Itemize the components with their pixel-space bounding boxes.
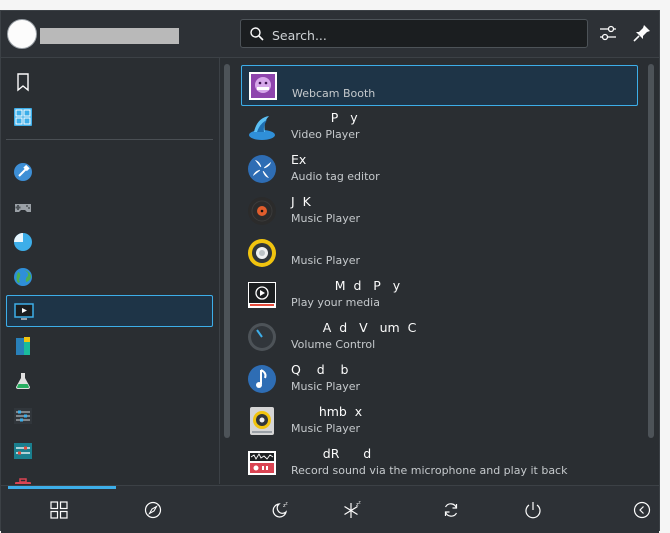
- list-item-music-note-player[interactable]: Q d b Music Player: [241, 359, 638, 400]
- sound-recorder-icon: [248, 451, 276, 475]
- sleep-icon[interactable]: z z: [270, 500, 290, 520]
- office-icon: [16, 337, 30, 355]
- app-description: Volume Control: [291, 338, 376, 351]
- development-icon: [14, 163, 32, 181]
- sidebar-item-internet[interactable]: [6, 261, 213, 293]
- app-name: J K: [291, 194, 311, 209]
- shutdown-icon[interactable]: [523, 500, 543, 520]
- sidebar-item-settings[interactable]: [6, 400, 213, 432]
- app-name: M d P y: [291, 278, 401, 293]
- list-item-vinyl-music-player[interactable]: J K Music Player: [241, 191, 638, 232]
- app-description: Play your media: [291, 296, 380, 309]
- app-description: Video Player: [291, 128, 360, 141]
- app-description: Webcam Booth: [292, 87, 376, 100]
- speaker-player-icon: [248, 239, 276, 267]
- list-item-audio-tag-editor[interactable]: Ex Audio tag editor: [241, 149, 638, 190]
- username-placeholder: [40, 28, 179, 44]
- list-item-media-player[interactable]: M d P y Play your media: [241, 275, 638, 316]
- settings-icon: [14, 408, 32, 424]
- sidebar-item-multimedia[interactable]: [6, 295, 213, 327]
- app-description: Music Player: [291, 212, 361, 225]
- app-list-scrollbar[interactable]: [648, 64, 654, 438]
- tab-applications[interactable]: [8, 486, 116, 532]
- sidebar-item-development[interactable]: [6, 156, 213, 188]
- tab-places[interactable]: [102, 486, 210, 532]
- list-item-rhythmbox-player[interactable]: hmb x Music Player: [241, 401, 638, 442]
- volume-control-icon: [248, 323, 276, 351]
- sidebar-item-favorites[interactable]: [6, 66, 213, 98]
- svg-text:z: z: [359, 500, 361, 505]
- video-player-icon: [249, 116, 275, 140]
- avatar[interactable]: [7, 19, 37, 49]
- rhythmbox-player-icon: [250, 407, 274, 435]
- app-description: Record sound via the microphone and play…: [291, 464, 568, 477]
- search-icon: [250, 27, 264, 41]
- app-name: Q d b: [291, 362, 349, 377]
- list-item-speaker-music-player[interactable]: Music Player: [241, 233, 638, 274]
- all-applications-icon: [14, 108, 32, 126]
- pin-icon[interactable]: [631, 22, 653, 44]
- music-note-player-icon: [248, 365, 276, 393]
- utilities-icon: [15, 478, 31, 484]
- app-description: Audio tag editor: [291, 170, 380, 183]
- media-player-icon: [248, 282, 276, 308]
- multimedia-icon: [14, 303, 34, 320]
- application-list: Webcam Booth P y Video Player Ex Audio t…: [238, 58, 643, 484]
- app-description: Music Player: [291, 422, 361, 435]
- sidebar-item-all-applications[interactable]: [6, 101, 213, 133]
- list-item-sound-recorder[interactable]: dR d Record sound via the microphone and…: [241, 443, 638, 484]
- internet-icon: [14, 268, 32, 286]
- list-item-webcam-booth[interactable]: Webcam Booth: [241, 65, 638, 106]
- list-item-volume-control[interactable]: A d V um C Volume Control: [241, 317, 638, 358]
- sidebar-scrollbar[interactable]: [224, 64, 230, 438]
- science-icon: [16, 373, 30, 389]
- applications-grid-icon: [50, 501, 68, 519]
- sidebar-divider: [6, 139, 213, 140]
- app-description: Music Player: [291, 380, 361, 393]
- places-compass-icon: [144, 501, 162, 519]
- bookmark-icon: [17, 73, 29, 92]
- app-name: dR d: [291, 446, 372, 461]
- app-name: A d V um C: [291, 320, 417, 335]
- vinyl-player-icon: [248, 197, 276, 225]
- sidebar-item-games[interactable]: [6, 191, 213, 223]
- search-input[interactable]: [270, 24, 574, 46]
- configure-filters-icon[interactable]: [597, 22, 619, 44]
- sidebar-item-system[interactable]: [6, 435, 213, 467]
- sidebar-item-office[interactable]: [6, 330, 213, 362]
- category-sidebar: [1, 58, 220, 484]
- graphics-icon: [14, 233, 32, 251]
- sidebar-item-science[interactable]: [6, 365, 213, 397]
- app-name: Ex: [291, 152, 307, 167]
- restart-icon[interactable]: [441, 500, 461, 520]
- launcher-header: [1, 11, 659, 58]
- launcher-footer: z z z z: [1, 485, 659, 533]
- games-icon: [15, 204, 31, 212]
- sidebar-item-graphics[interactable]: [6, 226, 213, 258]
- sidebar-item-utilities[interactable]: [6, 470, 213, 484]
- hibernate-icon[interactable]: z z: [342, 500, 362, 520]
- app-name: P y: [291, 110, 358, 125]
- app-description: Music Player: [291, 254, 361, 267]
- application-launcher: Webcam Booth P y Video Player Ex Audio t…: [0, 10, 660, 533]
- collapse-left-icon[interactable]: [632, 500, 652, 520]
- webcam-booth-icon: [249, 72, 277, 100]
- svg-text:z: z: [286, 501, 288, 506]
- search-box[interactable]: [240, 19, 588, 48]
- audio-tag-editor-icon: [248, 155, 276, 183]
- app-name: hmb x: [291, 404, 363, 419]
- list-item-video-player[interactable]: P y Video Player: [241, 107, 638, 148]
- system-icon: [14, 443, 32, 459]
